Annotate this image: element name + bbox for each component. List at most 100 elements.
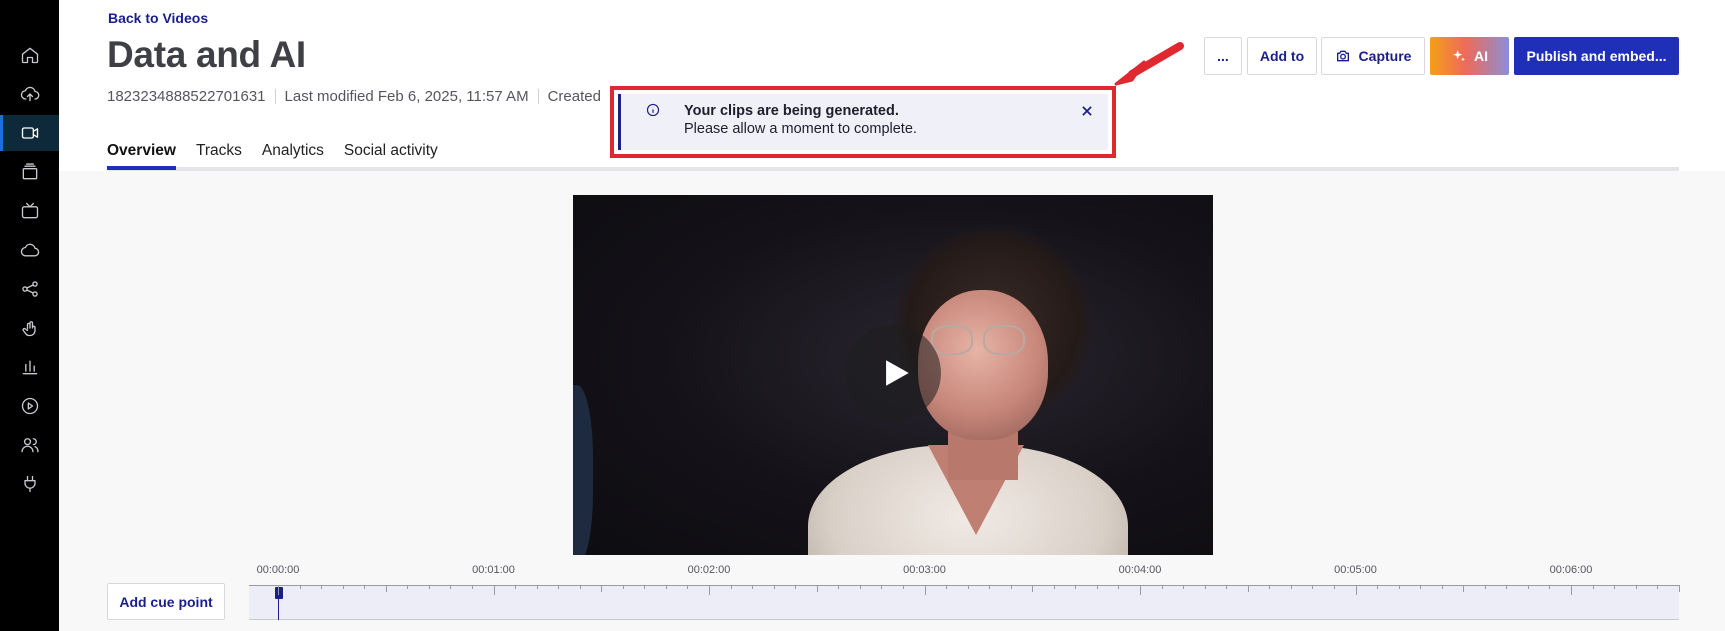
timeline-label: 00:06:00: [1549, 564, 1593, 576]
sidebar-item-upload[interactable]: [0, 76, 59, 112]
timeline-tick: [428, 585, 430, 589]
timeline-tick: [493, 585, 495, 595]
timeline-tick: [1420, 585, 1422, 589]
sidebar-item-cloud[interactable]: [0, 232, 59, 268]
timeline-tick: [752, 585, 754, 589]
video-meta: 1823234888522701631 Last modified Feb 6,…: [107, 88, 601, 105]
timeline-tick: [1053, 585, 1055, 589]
timeline-tick: [536, 585, 538, 589]
info-icon: [646, 103, 660, 117]
timeline-tick: [989, 585, 991, 589]
timeline-tick: [1571, 585, 1572, 595]
timeline-tick: [1075, 585, 1077, 589]
timeline-tick: [773, 585, 775, 589]
timeline-tick: [515, 585, 517, 589]
video-camera-icon: [21, 127, 38, 139]
share-icon: [21, 281, 38, 297]
hand-icon: [21, 321, 36, 337]
sidebar-item-share[interactable]: [0, 271, 59, 307]
meta-divider: [274, 89, 276, 104]
back-to-videos-link[interactable]: Back to Videos: [108, 10, 208, 26]
timeline-tick: [364, 585, 366, 589]
timeline-tick: [471, 585, 473, 589]
video-player[interactable]: [573, 195, 1213, 555]
capture-button[interactable]: Capture: [1321, 37, 1425, 75]
cloud-icon: [20, 243, 39, 257]
timeline-tick: [665, 585, 667, 589]
timeline-tick: [1657, 585, 1659, 589]
sparkle-icon: [1453, 50, 1465, 62]
timeline-tick: [730, 585, 732, 589]
sidebar-item-integrations[interactable]: [0, 466, 59, 502]
timeline-label: 00:03:00: [903, 564, 946, 576]
sidebar-item-analytics[interactable]: [0, 349, 59, 385]
red-arrow-annotation: [1114, 42, 1184, 86]
cue-timeline[interactable]: 00:00:00 00:01:00 00:02:00 00:03:00 00:04:00…: [249, 562, 1680, 620]
tab-tracks[interactable]: Tracks: [196, 142, 242, 170]
page-title: Data and AI: [107, 34, 306, 75]
timeline-track[interactable]: [249, 586, 1679, 620]
timeline-tick: [1484, 585, 1486, 589]
timeline-tick: [795, 585, 797, 589]
video-frame-figure: [573, 385, 593, 555]
folders-icon: [22, 163, 37, 180]
video-frame-glasses: [931, 325, 973, 355]
timeline-tick: [1204, 585, 1206, 589]
sidebar-item-folders[interactable]: [0, 154, 59, 190]
timeline-tick: [838, 585, 840, 589]
timeline-tick: [1614, 585, 1616, 589]
timeline-tick: [278, 585, 279, 595]
play-circle-icon: [21, 397, 38, 415]
timeline-tick: [1527, 585, 1529, 589]
play-button[interactable]: [845, 325, 941, 421]
camera-icon: [1336, 50, 1349, 62]
timeline-tick: [1140, 585, 1141, 595]
toast-notification: Your clips are being generated. Please a…: [618, 94, 1108, 150]
publish-embed-button[interactable]: Publish and embed...: [1514, 37, 1679, 75]
tab-analytics[interactable]: Analytics: [262, 142, 324, 170]
created-date: Created: [547, 88, 601, 105]
timeline-tick: [1010, 585, 1012, 589]
timeline-tick: [924, 585, 926, 595]
timeline-label: 00:05:00: [1334, 564, 1377, 576]
timeline-tick: [1592, 585, 1594, 589]
timeline-tick: [342, 585, 344, 589]
sidebar-item-users[interactable]: [0, 427, 59, 463]
close-icon[interactable]: [1080, 104, 1094, 118]
users-icon: [20, 438, 39, 453]
timeline-tick: [1463, 585, 1465, 592]
add-to-button[interactable]: Add to: [1247, 37, 1317, 75]
timeline-label: 00:01:00: [472, 564, 515, 576]
timeline-tick: [859, 585, 861, 589]
tab-overview[interactable]: Overview: [107, 142, 176, 170]
timeline-tick: [407, 585, 409, 589]
sidebar-item-videos[interactable]: [0, 115, 59, 151]
tab-social-activity[interactable]: Social activity: [344, 142, 438, 170]
timeline-tick: [1398, 585, 1400, 589]
sidebar-item-channels[interactable]: [0, 193, 59, 229]
timeline-tick: [946, 585, 948, 589]
ai-button[interactable]: AI: [1430, 37, 1509, 75]
timeline-tick: [450, 585, 452, 589]
sidebar-item-players[interactable]: [0, 388, 59, 424]
timeline-tick: [299, 585, 301, 589]
timeline-tick: [1377, 585, 1379, 589]
upload-cloud-icon: [20, 86, 39, 102]
toast-highlight-box: Your clips are being generated. Please a…: [610, 86, 1116, 158]
timeline-tick: [1290, 585, 1292, 589]
timeline-tick: [1096, 585, 1098, 589]
bar-chart-icon: [22, 360, 37, 375]
timeline-tick: [1549, 585, 1551, 589]
home-icon: [21, 47, 38, 64]
add-cue-point-button[interactable]: Add cue point: [107, 583, 225, 620]
sidebar-item-engage[interactable]: [0, 310, 59, 346]
timeline-tick: [321, 585, 323, 589]
more-actions-button[interactable]: ...: [1204, 37, 1242, 75]
timeline-label: 00:00:00: [256, 564, 300, 576]
playhead-handle[interactable]: [275, 587, 283, 599]
timeline-label: 00:04:00: [1118, 564, 1162, 576]
plug-icon: [23, 475, 36, 493]
timeline-tick: [1506, 585, 1508, 589]
timeline-tick: [709, 585, 710, 595]
sidebar-item-home[interactable]: [0, 37, 59, 73]
